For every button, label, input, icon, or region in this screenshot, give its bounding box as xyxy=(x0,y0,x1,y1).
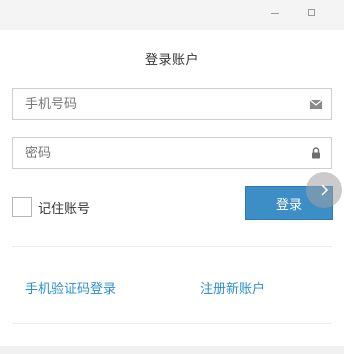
phone-input[interactable] xyxy=(13,89,303,119)
maximize-button[interactable] xyxy=(302,4,320,20)
next-arrow-button[interactable] xyxy=(306,172,342,208)
password-field xyxy=(12,137,332,169)
sms-login-link[interactable]: 手机验证码登录 xyxy=(25,278,116,297)
maximize-icon xyxy=(307,8,315,16)
remember-checkbox[interactable] xyxy=(12,197,32,217)
chevron-right-icon xyxy=(321,184,329,196)
bottom-strip xyxy=(0,346,344,354)
password-input[interactable] xyxy=(13,138,303,168)
page-title: 登录账户 xyxy=(144,53,199,68)
divider xyxy=(12,246,332,247)
minimize-icon xyxy=(271,13,279,14)
envelope-icon xyxy=(309,99,323,109)
register-link[interactable]: 注册新账户 xyxy=(200,278,265,297)
phone-field xyxy=(12,88,332,120)
remember-account[interactable]: 记住账号 xyxy=(12,196,90,218)
divider xyxy=(12,323,332,324)
title-bar xyxy=(0,0,344,30)
lock-icon xyxy=(312,147,320,159)
remember-label: 记住账号 xyxy=(38,201,91,217)
minimize-button[interactable] xyxy=(266,4,284,20)
